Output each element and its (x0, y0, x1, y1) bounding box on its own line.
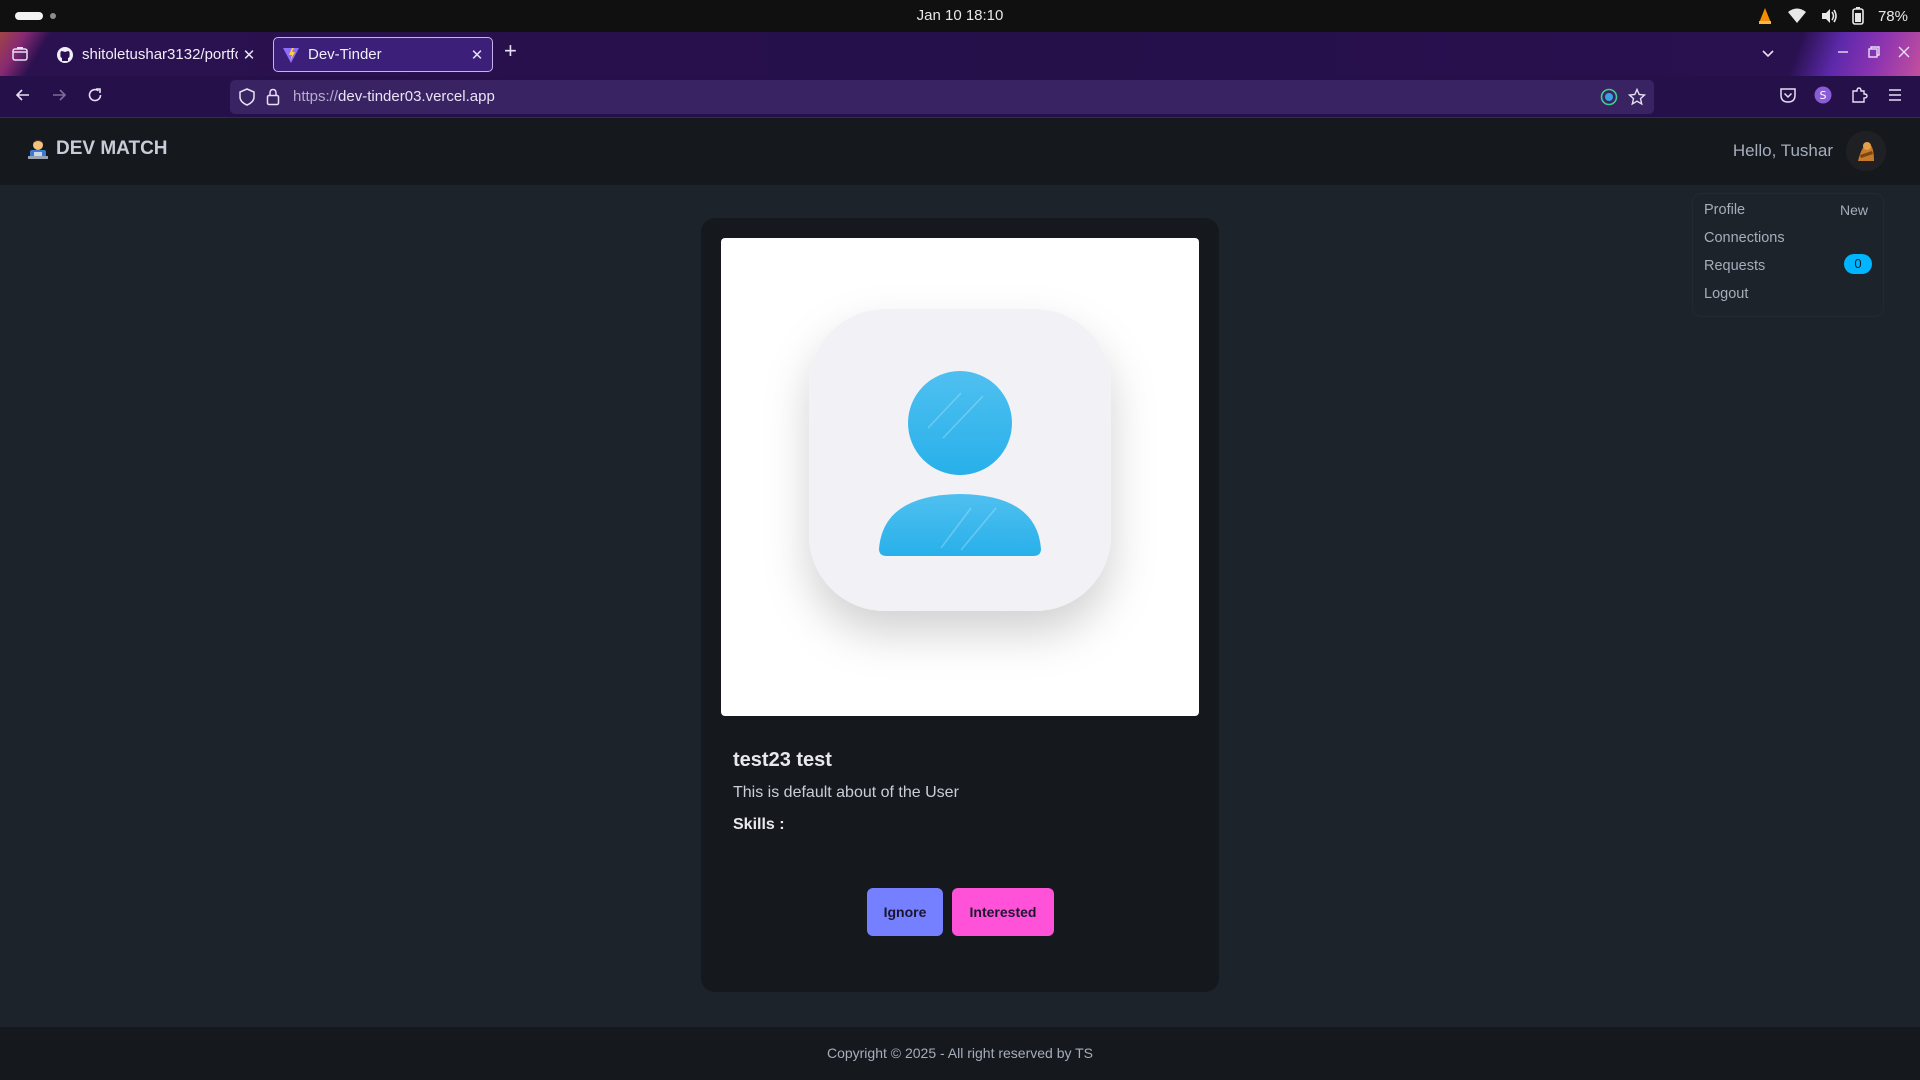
vite-icon (282, 46, 300, 64)
vlc-icon[interactable] (1756, 7, 1774, 25)
system-top-bar: Jan 10 18:10 78% (0, 0, 1920, 32)
volume-icon[interactable] (1820, 8, 1838, 24)
tab-dev-tinder[interactable]: Dev-Tinder ✕ (273, 37, 493, 72)
menu-item-label: Logout (1704, 286, 1749, 302)
system-tray[interactable]: 78% (1756, 5, 1908, 27)
github-icon (56, 46, 74, 64)
user-about: This is default about of the User (733, 784, 959, 801)
interested-button[interactable]: Interested (952, 888, 1054, 936)
new-badge: New (1839, 202, 1868, 218)
reload-icon[interactable] (86, 86, 104, 109)
back-arrow-icon[interactable] (14, 86, 32, 109)
new-tab-icon[interactable]: + (504, 38, 517, 64)
brand-logo-link[interactable]: DEV MATCH (26, 137, 168, 161)
menu-item-connections[interactable]: Connections (1704, 230, 1872, 246)
menu-item-label: Connections (1704, 230, 1785, 246)
technologist-emoji-icon (26, 137, 50, 161)
default-user-avatar-icon (809, 309, 1111, 611)
url-text[interactable]: https://dev-tinder03.vercel.app (293, 88, 495, 105)
browser-nav-bar: https://dev-tinder03.vercel.app S (0, 76, 1920, 118)
brand-name: DEV MATCH (56, 138, 168, 159)
restore-window-icon[interactable] (1867, 45, 1881, 64)
hamburger-menu-icon[interactable] (1886, 86, 1904, 109)
footer: Copyright © 2025 - All right reserved by… (0, 1027, 1920, 1080)
copyright-text: Copyright © 2025 - All right reserved by… (826, 1045, 1094, 1061)
firefox-view-icon[interactable] (11, 45, 29, 68)
menu-item-profile[interactable]: Profile New (1704, 202, 1872, 218)
bookmark-star-icon[interactable] (1627, 87, 1647, 111)
user-name: test23 test (733, 749, 832, 771)
user-photo (721, 238, 1199, 716)
lock-icon[interactable] (266, 88, 280, 111)
list-all-tabs-icon[interactable] (1760, 45, 1776, 66)
tracking-protection-shield-icon[interactable] (239, 88, 255, 111)
app-navbar: DEV MATCH Hello, Tushar (0, 118, 1920, 185)
user-feed-card: test23 test This is default about of the… (701, 218, 1219, 992)
address-bar[interactable]: https://dev-tinder03.vercel.app (230, 80, 1654, 114)
menu-item-requests[interactable]: Requests 0 (1704, 254, 1872, 274)
menu-item-logout[interactable]: Logout (1704, 286, 1872, 302)
skills-label: Skills : (733, 816, 785, 833)
close-tab-icon[interactable]: ✕ (238, 46, 260, 64)
battery-icon[interactable] (1852, 7, 1864, 25)
system-clock[interactable]: Jan 10 18:10 (0, 7, 1920, 24)
user-avatar[interactable] (1846, 131, 1886, 171)
minimize-window-icon[interactable] (1836, 45, 1850, 64)
wifi-icon[interactable] (1787, 8, 1806, 24)
tab-github-portfolio[interactable]: shitoletushar3132/portfolio ✕ (48, 37, 264, 72)
pocket-icon[interactable] (1779, 86, 1797, 109)
tab-title: Dev-Tinder (308, 46, 382, 63)
browser-tab-strip: shitoletushar3132/portfolio ✕ Dev-Tinder… (0, 32, 1920, 76)
forward-arrow-icon[interactable] (50, 86, 68, 109)
extensions-puzzle-icon[interactable] (1850, 86, 1868, 109)
account-avatar-icon[interactable]: S (1814, 86, 1832, 109)
close-tab-icon[interactable]: ✕ (466, 46, 488, 64)
extension-target-icon[interactable] (1600, 88, 1618, 111)
ignore-button[interactable]: Ignore (867, 888, 943, 936)
svg-text:S: S (1820, 89, 1827, 102)
menu-item-label: Requests (1704, 258, 1766, 274)
requests-count-badge: 0 (1844, 254, 1872, 274)
battery-percent: 78% (1877, 7, 1908, 25)
menu-item-label: Profile (1704, 202, 1746, 218)
user-greeting: Hello, Tushar (1732, 141, 1833, 160)
close-window-icon[interactable] (1897, 45, 1911, 64)
user-dropdown-menu: Profile New Connections Requests 0 Logou… (1693, 194, 1883, 316)
tab-title: shitoletushar3132/portfolio (82, 46, 238, 63)
